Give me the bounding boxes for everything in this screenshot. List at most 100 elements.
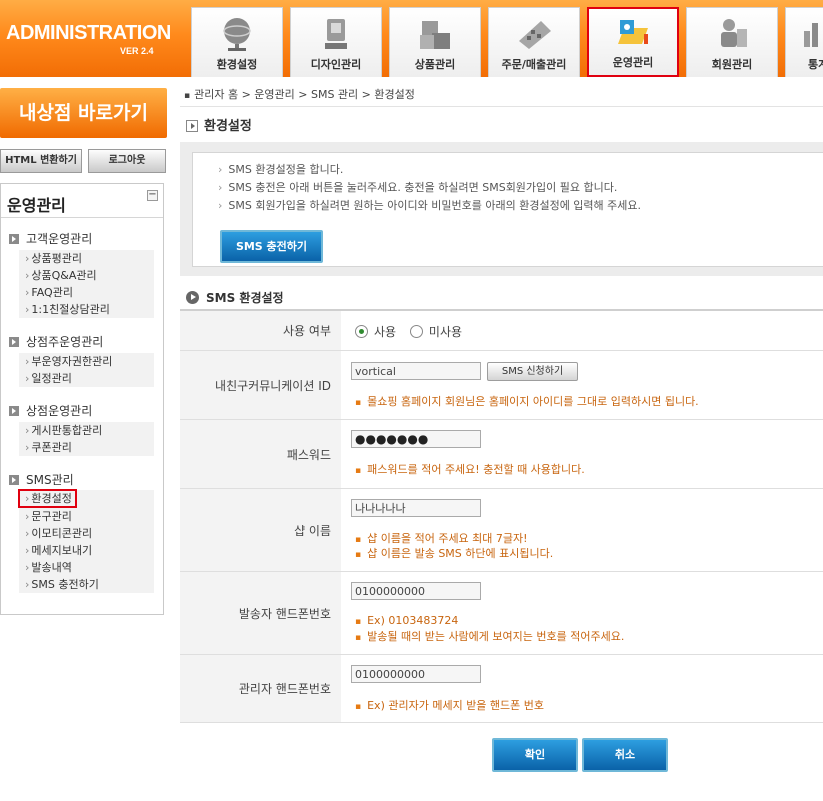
group-label: SMS관리 bbox=[26, 473, 74, 487]
shop-name-note: 샵 이름을 적어 주세요 최대 7글자! bbox=[355, 530, 527, 546]
account-note: 몰쇼핑 홈페이지 회원님은 홈페이지 아이디를 그대로 입력하시면 됩니다. bbox=[355, 393, 699, 409]
members-icon bbox=[721, 19, 747, 47]
play-square-icon bbox=[186, 120, 198, 132]
sidebar-item-history[interactable]: 발송내역 bbox=[19, 559, 154, 576]
sidebar-item-emoticons[interactable]: 이모티콘관리 bbox=[19, 525, 154, 542]
calculator-icon bbox=[519, 21, 551, 49]
field-label: 사용 여부 bbox=[180, 311, 341, 350]
sidebar-group-owner[interactable]: 상점주운영관리 bbox=[9, 333, 103, 350]
tab-env-settings[interactable]: 환경설정 bbox=[191, 7, 283, 77]
form-row-admin-phone: 관리자 핸드폰번호 Ex) 관리자가 메세지 받을 핸드폰 번호 bbox=[180, 655, 823, 723]
tab-operations[interactable]: 운영관리 bbox=[587, 7, 679, 77]
sidebar-item-coupon[interactable]: 쿠폰관리 bbox=[19, 439, 154, 456]
tab-stats[interactable]: 통계 bbox=[785, 7, 823, 77]
form-row-sender-phone: 발송자 핸드폰번호 Ex) 0103483724 발송될 때의 받는 사람에게 … bbox=[180, 572, 823, 655]
tab-label: 통계 bbox=[808, 58, 823, 71]
account-id-input[interactable] bbox=[351, 362, 481, 380]
stats-icon bbox=[804, 23, 818, 47]
version-label: VER 2.4 bbox=[120, 46, 154, 56]
go-to-shop-button[interactable]: 내상점 바로가기 bbox=[0, 88, 167, 138]
sidebar-item-schedule[interactable]: 일정관리 bbox=[19, 370, 154, 387]
sender-phone-note: Ex) 0103483724 bbox=[355, 614, 458, 627]
info-panel: SMS 환경설정을 합니다. SMS 충전은 아래 버튼을 눌러주세요. 충전을… bbox=[192, 152, 823, 267]
section-title-text: SMS 환경설정 bbox=[206, 291, 284, 305]
section-title: SMS 환경설정 bbox=[186, 289, 284, 306]
breadcrumb: 관리자 홈 > 운영관리 > SMS 관리 > 환경설정 bbox=[184, 86, 415, 102]
tab-members[interactable]: 회원관리 bbox=[686, 7, 778, 77]
design-tools-icon bbox=[325, 19, 347, 49]
sidebar-item-sub-admin[interactable]: 부운영자권한관리 bbox=[19, 353, 154, 370]
form-row-shop-name: 샵 이름 샵 이름을 적어 주세요 최대 7글자! 샵 이름은 발송 SMS 하… bbox=[180, 489, 823, 572]
sidebar-item-phrases[interactable]: 문구관리 bbox=[19, 508, 154, 525]
boxes-icon bbox=[420, 21, 450, 49]
radio-label: 사용 bbox=[374, 325, 397, 339]
cancel-button[interactable]: 취소 bbox=[582, 738, 668, 772]
sidebar-list-owner: 부운영자권한관리 일정관리 bbox=[19, 353, 154, 387]
sidebar-item-sms-charge[interactable]: SMS 충전하기 bbox=[19, 576, 154, 593]
group-label: 상점주운영관리 bbox=[26, 335, 104, 349]
shop-name-input[interactable] bbox=[351, 499, 481, 517]
tab-label: 주문/매출관리 bbox=[501, 58, 567, 71]
sidebar-list-sms: 환경설정 문구관리 이모티콘관리 메세지보내기 발송내역 SMS 충전하기 bbox=[18, 489, 154, 593]
admin-phone-note: Ex) 관리자가 메세지 받을 핸드폰 번호 bbox=[355, 697, 544, 713]
password-note: 패스워드를 적어 주세요! 충전할 때 사용합니다. bbox=[355, 461, 585, 477]
sidebar-item-consult[interactable]: 1:1친절상담관리 bbox=[19, 301, 154, 318]
html-convert-button[interactable]: HTML 변환하기 bbox=[0, 149, 82, 173]
sidebar-item-board[interactable]: 게시판통합관리 bbox=[19, 422, 154, 439]
password-input[interactable] bbox=[351, 430, 481, 448]
arrow-bullet-icon bbox=[9, 337, 19, 347]
form-row-password: 패스워드 패스워드를 적어 주세요! 충전할 때 사용합니다. bbox=[180, 420, 823, 489]
sidebar-group-store[interactable]: 상점운영관리 bbox=[9, 402, 92, 419]
tab-orders[interactable]: 주문/매출관리 bbox=[488, 7, 580, 77]
sidebar-item-qna[interactable]: 상품Q&A관리 bbox=[19, 267, 154, 284]
sidebar-item-reviews[interactable]: 상품평관리 bbox=[19, 250, 154, 267]
page-title-text: 환경설정 bbox=[204, 119, 252, 134]
logo: ADMINISTRATION bbox=[6, 22, 171, 44]
field-label: 샵 이름 bbox=[180, 489, 341, 571]
radio-use-off[interactable] bbox=[409, 325, 423, 338]
form-row-use: 사용 여부 사용 미사용 bbox=[180, 311, 823, 351]
info-box: SMS 환경설정을 합니다. SMS 충전은 아래 버튼을 눌러주세요. 충전을… bbox=[180, 142, 823, 276]
sidebar-item-send-message[interactable]: 메세지보내기 bbox=[19, 542, 154, 559]
group-label: 고객운영관리 bbox=[26, 232, 93, 246]
top-header: ADMINISTRATION VER 2.4 환경설정 디자인관리 상품관리 주… bbox=[0, 0, 823, 77]
info-line: SMS 회원가입을 하실려면 원하는 아이디와 비밀번호를 아래의 환경설정에 … bbox=[218, 197, 641, 213]
tab-label: 환경설정 bbox=[216, 58, 258, 71]
sender-phone-input[interactable] bbox=[351, 582, 481, 600]
confirm-button[interactable]: 확인 bbox=[492, 738, 578, 772]
tab-label: 디자인관리 bbox=[310, 58, 362, 71]
radio-label: 미사용 bbox=[428, 325, 463, 339]
logout-button[interactable]: 로그아웃 bbox=[88, 149, 166, 173]
admin-phone-input[interactable] bbox=[351, 665, 481, 683]
circle-arrow-icon bbox=[186, 291, 199, 304]
divider bbox=[1, 217, 163, 218]
sidebar-group-customer[interactable]: 고객운영관리 bbox=[9, 230, 92, 247]
sidebar-list-store: 게시판통합관리 쿠폰관리 bbox=[19, 422, 154, 456]
sidebar-item-faq[interactable]: FAQ관리 bbox=[19, 284, 154, 301]
tab-label: 운영관리 bbox=[612, 56, 654, 69]
tab-products[interactable]: 상품관리 bbox=[389, 7, 481, 77]
divider bbox=[180, 106, 823, 107]
tab-label: 회원관리 bbox=[711, 58, 753, 71]
tab-label: 상품관리 bbox=[414, 58, 456, 71]
radio-use-on[interactable] bbox=[355, 325, 368, 338]
collapse-icon[interactable]: − bbox=[147, 190, 158, 201]
field-label: 내친구커뮤니케이션 ID bbox=[180, 351, 341, 419]
group-label: 상점운영관리 bbox=[26, 404, 93, 418]
sms-charge-button[interactable]: SMS 충전하기 bbox=[220, 230, 323, 263]
sidebar-list-customer: 상품평관리 상품Q&A관리 FAQ관리 1:1친절상담관리 bbox=[19, 250, 154, 318]
sender-phone-note: 발송될 때의 받는 사람에게 보여지는 번호를 적어주세요. bbox=[355, 628, 624, 644]
field-label: 패스워드 bbox=[180, 420, 341, 488]
sidebar-title: 운영관리 bbox=[7, 196, 66, 215]
use-radio-group: 사용 미사용 bbox=[355, 323, 462, 340]
info-line: SMS 환경설정을 합니다. bbox=[218, 161, 343, 177]
arrow-bullet-icon bbox=[9, 406, 19, 416]
info-line: SMS 충전은 아래 버튼을 눌러주세요. 충전을 하실려면 SMS회원가입이 … bbox=[218, 179, 617, 195]
sidebar-item-sms-settings[interactable]: 환경설정 bbox=[18, 489, 77, 508]
field-label: 관리자 핸드폰번호 bbox=[180, 655, 341, 722]
page-title: 환경설정 bbox=[186, 115, 252, 134]
form-row-account: 내친구커뮤니케이션 ID SMS 신청하기 몰쇼핑 홈페이지 회원님은 홈페이지… bbox=[180, 351, 823, 420]
sms-apply-button[interactable]: SMS 신청하기 bbox=[487, 362, 578, 381]
sidebar-group-sms[interactable]: SMS관리 bbox=[9, 471, 74, 488]
tab-design[interactable]: 디자인관리 bbox=[290, 7, 382, 77]
